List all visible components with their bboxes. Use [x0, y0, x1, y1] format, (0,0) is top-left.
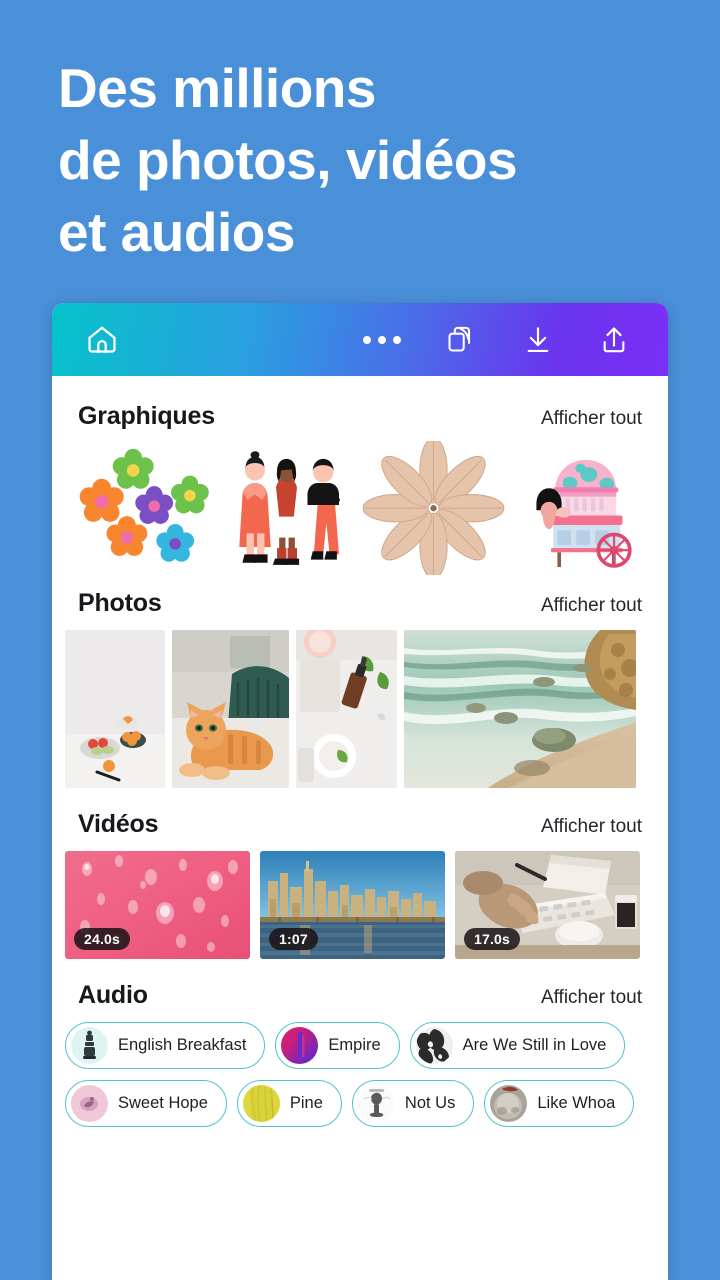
graphics-title: Graphiques	[78, 402, 215, 430]
audio-are-we-still-in-love[interactable]: Are We Still in Love	[409, 1022, 626, 1069]
graphics-see-all-link[interactable]: Afficher tout	[541, 408, 642, 430]
app-preview-card: Graphiques Afficher tout Photos Afficher…	[52, 303, 668, 1280]
duplicate-button[interactable]	[432, 312, 488, 368]
more-options-button[interactable]	[354, 312, 410, 368]
hero-line-2: de photos, vidéos	[58, 129, 518, 191]
audio-row: Sweet Hope Pine Not Us Like Whoa	[65, 1080, 655, 1127]
graphics-row	[52, 431, 668, 576]
photos-see-all-link[interactable]: Afficher tout	[541, 595, 642, 617]
photo-orange-cat[interactable]	[172, 630, 289, 788]
share-icon	[598, 324, 630, 356]
photo-skincare-flatlay[interactable]	[296, 630, 397, 788]
audio-label: Sweet Hope	[118, 1094, 208, 1112]
photos-row	[52, 618, 668, 788]
audio-label: Empire	[328, 1036, 381, 1054]
video-typing-keyboard[interactable]: 17.0s	[455, 851, 640, 959]
photos-section-header: Photos Afficher tout	[52, 589, 668, 618]
audio-thumbnail-icon	[71, 1085, 108, 1122]
hero-line-1: Des millions	[58, 57, 376, 119]
audio-section-header: Audio Afficher tout	[52, 981, 668, 1010]
audio-label: Pine	[289, 1094, 323, 1112]
graphics-section-header: Graphiques Afficher tout	[52, 402, 668, 431]
audio-see-all-link[interactable]: Afficher tout	[541, 987, 642, 1009]
audio-thumbnail-icon	[281, 1027, 319, 1064]
audio-label: Like Whoa	[537, 1094, 616, 1112]
audio-empire[interactable]: Empire	[275, 1022, 400, 1069]
video-duration-badge: 24.0s	[74, 928, 131, 950]
audio-thumbnail-icon	[71, 1027, 108, 1064]
video-duration-badge: 17.0s	[464, 928, 521, 950]
audio-thumbnail-icon	[415, 1027, 453, 1064]
photo-beach-waves[interactable]	[404, 630, 636, 788]
photos-title: Photos	[78, 589, 162, 617]
app-toolbar	[52, 303, 668, 376]
video-city-skyline[interactable]: 1:07	[260, 851, 445, 959]
hero-headline: Des millions de photos, vidéos et audios	[58, 52, 698, 268]
leaves-graphic[interactable]	[360, 441, 507, 576]
duplicate-icon	[445, 324, 476, 355]
share-button[interactable]	[586, 312, 642, 368]
audio-thumbnail-icon	[242, 1085, 280, 1122]
photo-fruit-bowls[interactable]	[65, 630, 165, 788]
audio-label: Not Us	[404, 1094, 456, 1112]
audio-english-breakfast[interactable]: English Breakfast	[65, 1022, 266, 1069]
audio-not-us[interactable]: Not Us	[351, 1080, 475, 1127]
home-button[interactable]	[74, 312, 130, 368]
videos-title: Vidéos	[78, 810, 159, 838]
download-icon	[522, 324, 554, 356]
home-icon	[85, 323, 119, 357]
more-icon	[363, 335, 401, 344]
audio-sweet-hope[interactable]: Sweet Hope	[65, 1080, 227, 1127]
video-pink-droplets[interactable]: 24.0s	[65, 851, 250, 959]
video-duration-badge: 1:07	[269, 928, 318, 950]
hero-line-3: et audios	[58, 201, 295, 263]
flowers-graphic[interactable]	[66, 441, 213, 569]
food-cart-graphic[interactable]	[507, 441, 654, 569]
audio-title: Audio	[78, 981, 148, 1009]
audio-row: English Breakfast Empire Are We Still in…	[65, 1022, 655, 1069]
videos-row: 24.0s 1:07 17.0s	[52, 839, 668, 959]
three-women-graphic[interactable]	[213, 441, 360, 569]
audio-pine[interactable]: Pine	[236, 1080, 342, 1127]
audio-label: Are We Still in Love	[462, 1036, 607, 1054]
audio-label: English Breakfast	[118, 1036, 247, 1054]
audio-rows: English Breakfast Empire Are We Still in…	[52, 1010, 668, 1127]
videos-section-header: Vidéos Afficher tout	[52, 810, 668, 839]
audio-thumbnail-icon	[490, 1085, 528, 1122]
download-button[interactable]	[510, 312, 566, 368]
videos-see-all-link[interactable]: Afficher tout	[541, 816, 642, 838]
audio-thumbnail-icon	[357, 1085, 395, 1122]
audio-like-whoa[interactable]: Like Whoa	[484, 1080, 635, 1127]
